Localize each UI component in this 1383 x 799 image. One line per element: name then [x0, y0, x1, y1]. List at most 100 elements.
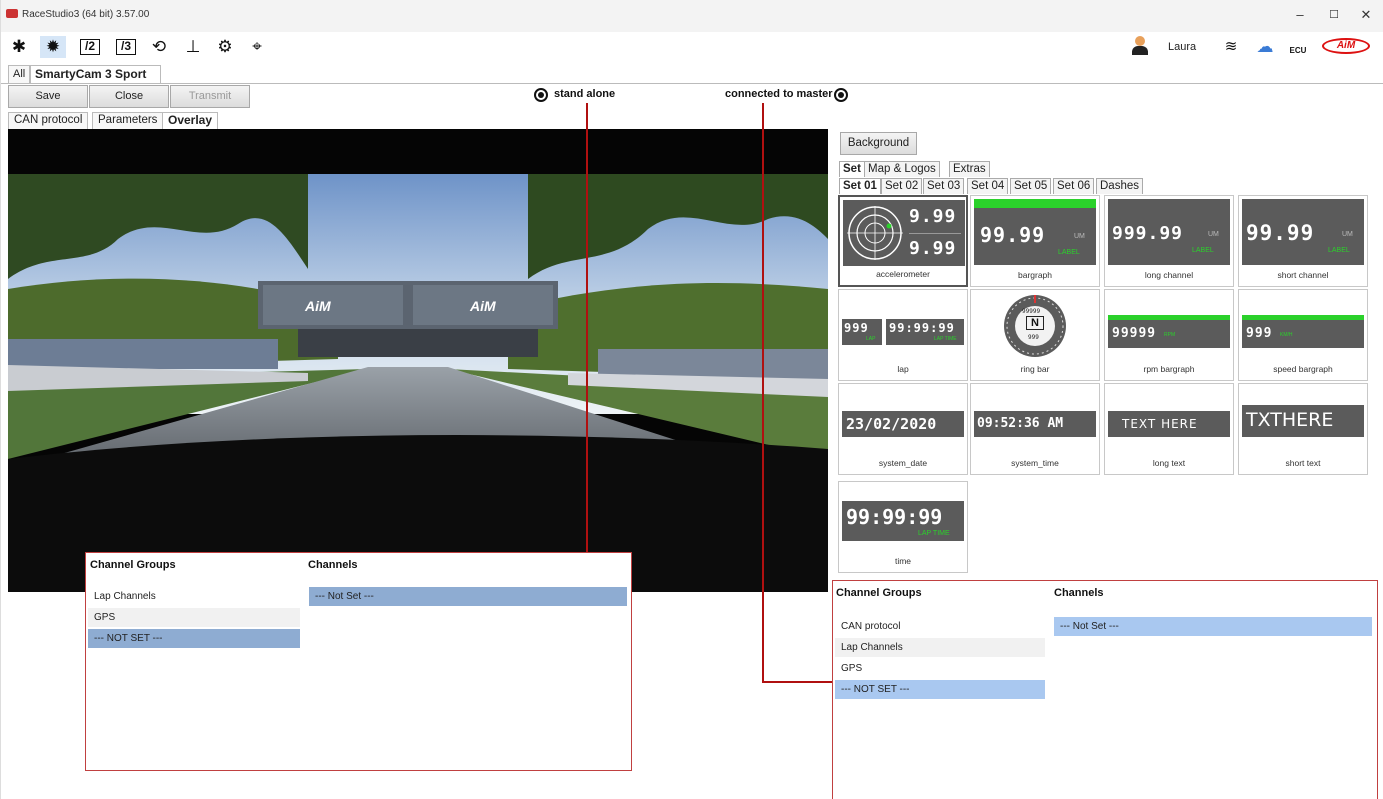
- lap-time-label: LAP TIME: [934, 336, 957, 342]
- tile-caption: long text: [1152, 458, 1186, 468]
- user-name[interactable]: Laura: [1168, 41, 1196, 53]
- rpm-bargraph-preview: 99999 RPM: [1108, 293, 1230, 359]
- gauge-icon[interactable]: ⊥: [180, 36, 206, 58]
- cloud-icon[interactable]: ☁: [1252, 36, 1278, 58]
- minimize-button[interactable]: –: [1290, 6, 1310, 24]
- lap-time-box: 99:99:99 LAP TIME: [886, 319, 964, 345]
- close-button[interactable]: Close: [89, 85, 169, 108]
- annotation-line-standalone: [586, 103, 588, 562]
- tile-system-date[interactable]: 23/02/2020 system_date: [838, 383, 968, 475]
- tab-set-06[interactable]: Set 06: [1053, 178, 1095, 194]
- tab-extras[interactable]: Extras: [949, 161, 990, 177]
- long-text-preview: TEXT HERE: [1108, 387, 1230, 453]
- close-window-button[interactable]: ✕: [1356, 6, 1376, 24]
- group-gps[interactable]: GPS: [88, 608, 300, 627]
- short-channel-label: LABEL: [1328, 247, 1350, 254]
- short-channel-um: UM: [1342, 231, 1353, 238]
- bargraph-preview: 99.99 UM LABEL: [974, 199, 1096, 265]
- dash-3-icon[interactable]: /3: [116, 39, 136, 55]
- channel-groups-header: Channel Groups: [90, 559, 176, 571]
- bargraph-value: 99.99: [980, 223, 1046, 247]
- channel-selector-standalone: Channel Groups Channels Lap Channels GPS…: [85, 552, 632, 771]
- lap-number-label: LAP: [866, 336, 876, 342]
- long-channel-um: UM: [1208, 231, 1219, 238]
- group-not-set[interactable]: --- NOT SET ---: [88, 629, 300, 648]
- short-text-preview: TXTHERE: [1242, 387, 1364, 453]
- dash-2-icon[interactable]: /2: [80, 39, 100, 55]
- group-not-set[interactable]: --- NOT SET ---: [835, 680, 1045, 699]
- long-channel-value: 999.99: [1112, 223, 1184, 244]
- bargraph-um: UM: [1074, 233, 1085, 240]
- tab-set-05[interactable]: Set 05: [1010, 178, 1052, 194]
- channel-groups-header: Channel Groups: [836, 587, 922, 599]
- tab-smartycam[interactable]: SmartyCam 3 Sport ✕: [30, 65, 161, 96]
- tile-short-text[interactable]: TXTHERE short text: [1238, 383, 1368, 475]
- tile-short-channel[interactable]: 99.99 UM LABEL short channel: [1238, 195, 1368, 287]
- radio-connected-icon: [834, 88, 848, 102]
- transmit-button[interactable]: Transmit: [170, 85, 250, 108]
- tile-bargraph[interactable]: 99.99 UM LABEL bargraph: [970, 195, 1100, 287]
- save-button[interactable]: Save: [8, 85, 88, 108]
- tile-lap[interactable]: 999 LAP 99:99:99 LAP TIME lap: [838, 289, 968, 381]
- group-lap-channels[interactable]: Lap Channels: [835, 638, 1045, 657]
- wrench-icon[interactable]: ✱: [6, 36, 32, 58]
- car-settings-icon[interactable]: ⚙: [212, 36, 238, 58]
- tab-overlay[interactable]: Overlay: [162, 112, 219, 129]
- system-time-box: 09:52:36 AM: [974, 411, 1096, 437]
- group-gps[interactable]: GPS: [835, 659, 1045, 678]
- channel-not-set[interactable]: --- Not Set ---: [309, 587, 627, 606]
- channel-not-set[interactable]: --- Not Set ---: [1054, 617, 1372, 636]
- tab-set-01[interactable]: Set 01: [839, 178, 881, 194]
- ring-bottom-value: 999: [1028, 334, 1039, 341]
- tab-can-protocol[interactable]: CAN protocol: [8, 112, 89, 129]
- tab-set-03[interactable]: Set 03: [923, 178, 965, 194]
- video-preview: AiM AiM: [8, 129, 828, 592]
- lap-time: 99:99:99: [889, 321, 955, 335]
- bargraph-bar: [974, 199, 1096, 208]
- user-avatar-icon[interactable]: [1131, 36, 1149, 56]
- accel-value-1: 9.99: [909, 206, 957, 227]
- tile-caption: lap: [897, 364, 909, 374]
- tile-time[interactable]: 99:99:99 LAP TIME time: [838, 481, 968, 573]
- tile-speed-bargraph[interactable]: 999 KM/H speed bargraph: [1238, 289, 1368, 381]
- tile-long-channel[interactable]: 999.99 UM LABEL long channel: [1104, 195, 1234, 287]
- tile-caption: short text: [1285, 458, 1321, 468]
- tab-all[interactable]: All: [8, 65, 31, 83]
- ecu-icon[interactable]: ECU: [1285, 36, 1311, 58]
- tile-accelerometer[interactable]: 9.99 9.99 accelerometer: [838, 195, 968, 287]
- channel-selector-master: Channel Groups Channels CAN protocol Lap…: [832, 580, 1378, 799]
- tile-caption: ring bar: [1020, 364, 1050, 374]
- background-button[interactable]: Background: [840, 132, 917, 155]
- time-box: 99:99:99 LAP TIME: [842, 501, 964, 541]
- gear-device-icon[interactable]: ✹: [40, 36, 66, 58]
- tab-set-04[interactable]: Set 04: [967, 178, 1009, 194]
- tab-set-02[interactable]: Set 02: [881, 178, 923, 194]
- long-channel-preview: 999.99 UM LABEL: [1108, 199, 1230, 265]
- tile-caption: accelerometer: [876, 269, 930, 279]
- tile-ring-bar[interactable]: 99999 N 999 ring bar: [970, 289, 1100, 381]
- lap-box: 999 LAP: [842, 319, 882, 345]
- banner-logo-left: AiM: [304, 298, 331, 314]
- track-icon[interactable]: ⟲: [146, 36, 172, 58]
- short-text-box: TXTHERE: [1242, 405, 1364, 437]
- tab-dashes[interactable]: Dashes: [1096, 178, 1143, 194]
- maximize-button[interactable]: ☐: [1324, 6, 1344, 24]
- tab-map-logos[interactable]: Map & Logos: [864, 161, 940, 177]
- annotation-connected: connected to master: [725, 88, 833, 100]
- tile-system-time[interactable]: 09:52:36 AM system_time: [970, 383, 1100, 475]
- group-can-protocol[interactable]: CAN protocol: [835, 617, 1045, 636]
- tab-divider: [0, 83, 1383, 84]
- tile-long-text[interactable]: TEXT HERE long text: [1104, 383, 1234, 475]
- tile-rpm-bargraph[interactable]: 99999 RPM rpm bargraph: [1104, 289, 1234, 381]
- system-time-preview: 09:52:36 AM: [974, 387, 1096, 453]
- rpm-um: RPM: [1164, 332, 1176, 338]
- map-icon[interactable]: ⌖: [244, 36, 270, 58]
- wifi-icon[interactable]: ≋: [1218, 36, 1244, 58]
- group-lap-channels[interactable]: Lap Channels: [88, 587, 300, 606]
- ring-bar-preview: 99999 N 999: [974, 293, 1096, 359]
- tile-caption: system_time: [1011, 458, 1059, 468]
- tab-parameters[interactable]: Parameters: [92, 112, 164, 129]
- window-title: RaceStudio3 (64 bit) 3.57.00: [22, 9, 150, 20]
- tab-set[interactable]: Set: [839, 161, 865, 177]
- system-date-box: 23/02/2020: [842, 411, 964, 437]
